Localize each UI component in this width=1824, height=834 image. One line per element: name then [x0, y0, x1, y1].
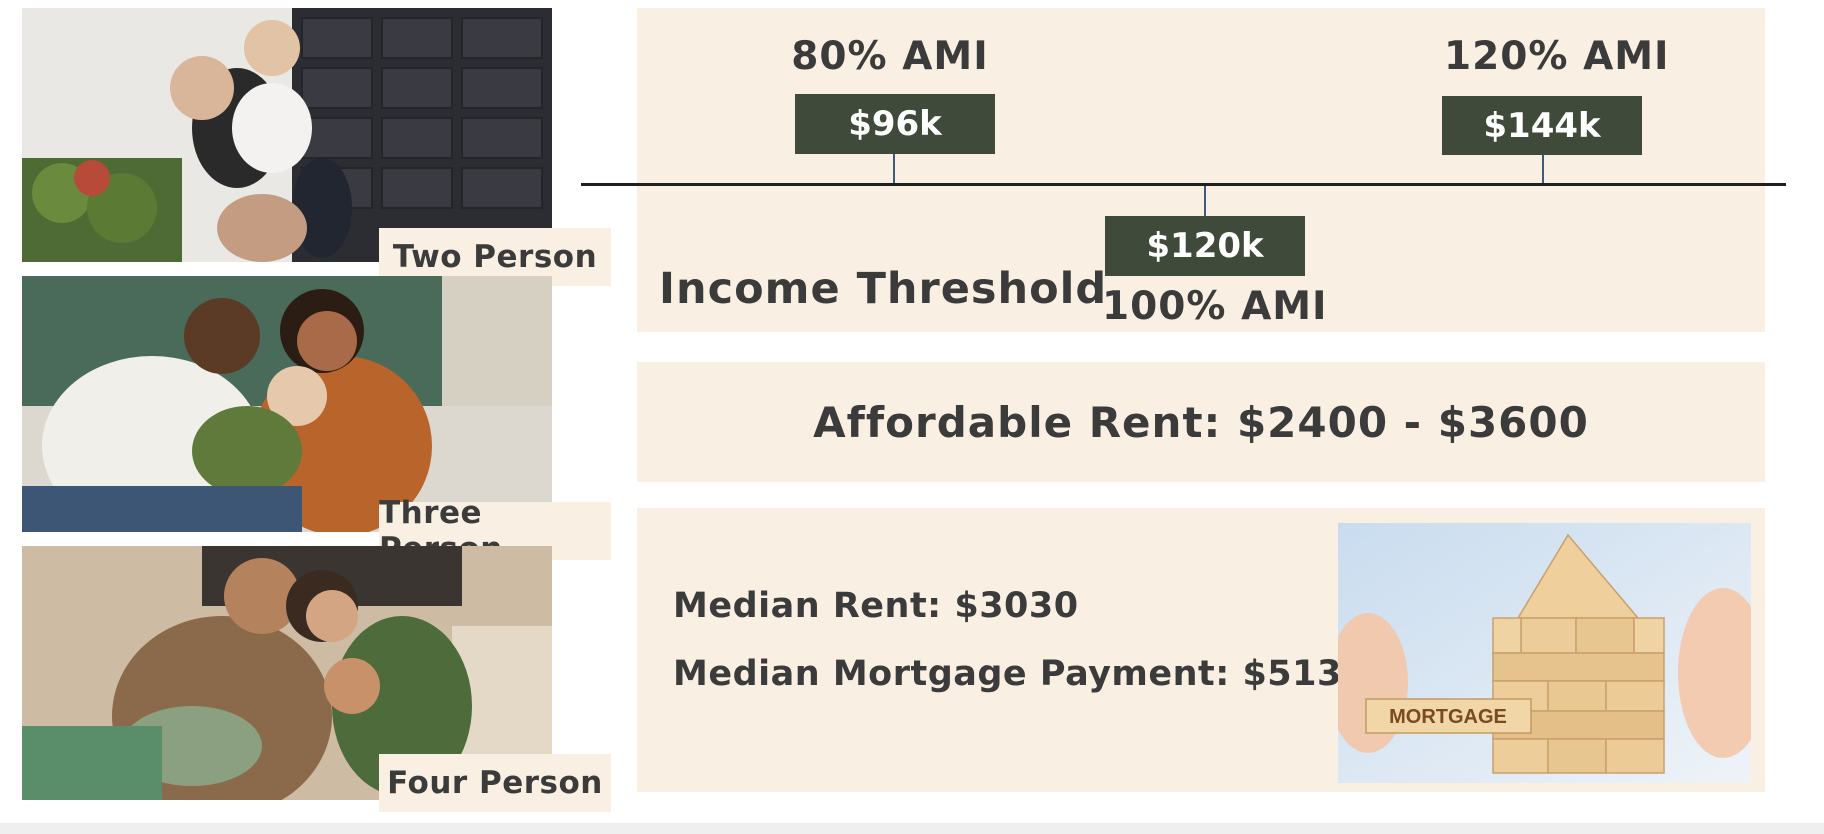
three-person-photo: [22, 276, 552, 532]
ami-120-label: 120% AMI: [1444, 34, 1670, 79]
two-person-photo: [22, 8, 552, 262]
mortgage-block-label: MORTGAGE: [1389, 706, 1507, 728]
ami-100-label: 100% AMI: [1102, 284, 1328, 329]
affordable-rent-text: Affordable Rent: $2400 - $3600: [813, 398, 1589, 447]
ami-80-label: 80% AMI: [791, 34, 989, 79]
income-96k-tag: $96k: [795, 94, 995, 154]
mortgage-blocks-image: MORTGAGE: [1338, 523, 1751, 783]
tick-80-ami: [893, 154, 895, 183]
income-120k-tag: $120k: [1105, 216, 1305, 276]
four-person-caption: Four Person: [379, 754, 611, 812]
median-mortgage-text: Median Mortgage Payment: $5133: [673, 654, 1367, 694]
tick-120-ami: [1542, 155, 1544, 183]
tick-100-ami: [1204, 186, 1206, 216]
income-threshold-title: Income Threshold: [659, 264, 1108, 314]
income-144k-tag: $144k: [1442, 96, 1642, 155]
median-rent-text: Median Rent: $3030: [673, 586, 1079, 626]
slide-bottom-edge: [0, 823, 1824, 834]
income-axis-line: [581, 183, 1786, 186]
